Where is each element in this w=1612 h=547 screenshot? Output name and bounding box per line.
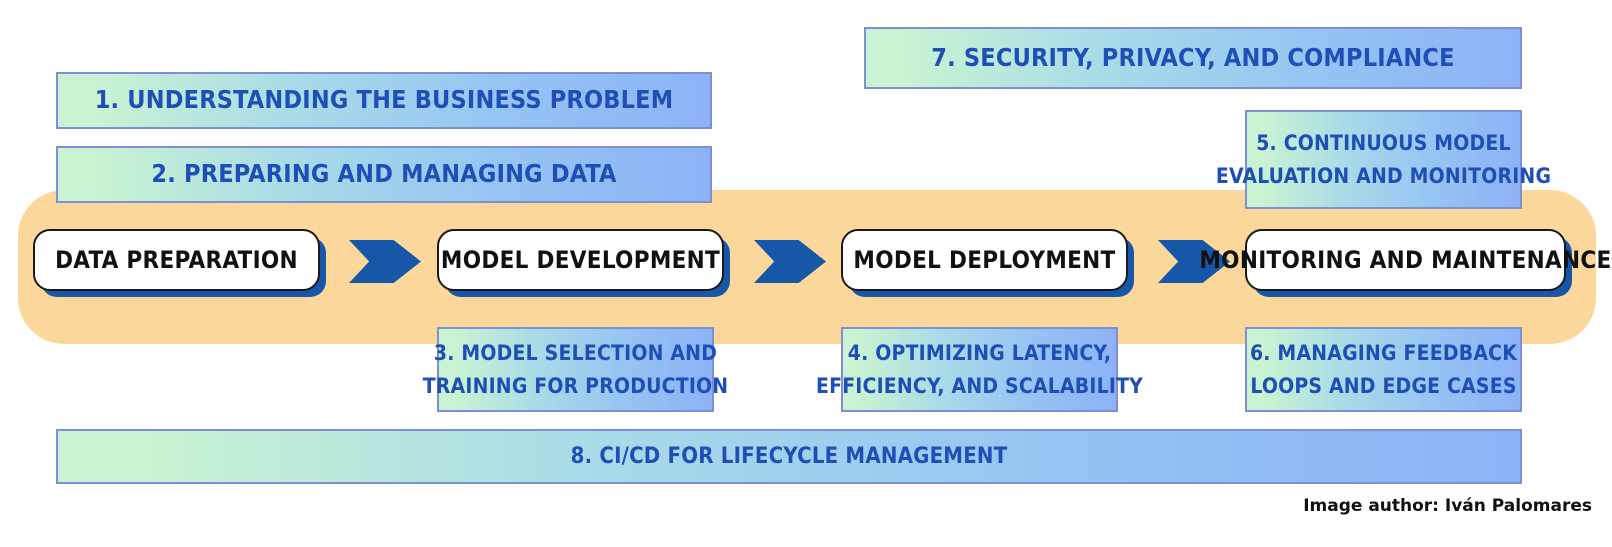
concern-box-model-selection-training[interactable]: 3. model selection and training for prod… [423,327,728,412]
process-box-label: Monitoring and Maintenance [1199,246,1612,274]
process-box-monitoring-and-maintenance[interactable]: Monitoring and Maintenance [1199,229,1611,291]
concern-box-managing-feedback-loops[interactable]: 6. Managing feedback loops and edge case… [1245,327,1522,412]
process-box-label: Data Preparation [55,246,298,274]
image-author-credit: Image author: Iván Palomares [1303,496,1592,516]
concern-box-continuous-model-evaluation[interactable]: 5. Continuous model evaluation and monit… [1216,110,1551,209]
process-box-model-deployment[interactable]: Model Deployment [841,229,1128,291]
concern-line: 4. Optimizing latency, [847,340,1112,365]
concern-line: 7. Security, privacy, and compliance [931,42,1455,72]
concern-line: training for production [422,374,729,398]
process-box-label: Model Deployment [853,246,1116,274]
concern-box-security-privacy-compliance[interactable]: 7. Security, privacy, and compliance [864,27,1522,89]
concern-line: 8. CI/CD for lifecycle management [570,443,1008,469]
concern-box-understanding-business-problem[interactable]: 1. Understanding the business problem [56,72,712,129]
concern-line: 6. Managing feedback [1249,340,1518,365]
concern-line: 3. model selection and [433,340,718,365]
process-box-label: Model Development [440,246,721,274]
concern-line: efficiency, and scalability [815,374,1144,398]
diagram-canvas: 7. Security, privacy, and compliance 1. … [0,0,1612,547]
concern-line: loops and edge cases [1250,374,1517,398]
concern-line: 5. Continuous model [1256,130,1511,155]
concern-line: evaluation and monitoring [1215,164,1552,188]
image-author-credit-text: Image author: Iván Palomares [1303,496,1592,516]
concern-box-cicd-lifecycle-management[interactable]: 8. CI/CD for lifecycle management [56,429,1522,484]
concern-box-optimizing-latency-efficiency[interactable]: 4. Optimizing latency, efficiency, and s… [816,327,1143,412]
process-box-data-preparation[interactable]: Data Preparation [33,229,320,291]
concern-box-preparing-managing-data[interactable]: 2. Preparing and managing data [56,146,712,203]
concern-line: 2. Preparing and managing data [151,159,617,189]
process-box-model-development[interactable]: Model Development [437,229,724,291]
concern-line: 1. Understanding the business problem [94,85,674,115]
